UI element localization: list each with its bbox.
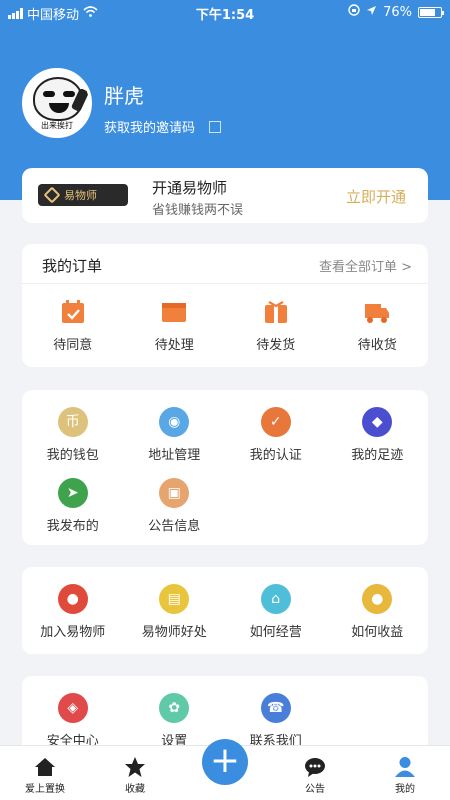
address-entry[interactable]: ◉ 地址管理 — [124, 407, 226, 463]
vip-open-button[interactable]: 立即开通 — [346, 186, 406, 207]
view-all-orders-link[interactable]: 查看全部订单 > — [319, 256, 412, 275]
coin-icon: 币 — [57, 407, 88, 437]
calendar-check-icon — [60, 300, 86, 324]
vip-links-card: ● 加入易物师 ▤ 易物师好处 ⌂ 如何经营 ● 如何收益 — [22, 567, 428, 654]
orders-card: 我的订单 查看全部订单 > 待同意 待处理 待发货 待收货 — [22, 244, 428, 367]
qr-code-icon[interactable] — [209, 120, 222, 133]
add-post-button[interactable]: + — [202, 739, 248, 785]
vip-benefits-entry[interactable]: ▤ 易物师好处 — [124, 584, 226, 640]
services-card: 币我的钱包 ◉ 地址管理 ✓ 我的认证 ◆ 我的足迹 ➤ 我发布的 ▣ 公告信息 — [22, 390, 428, 545]
chat-icon — [304, 756, 326, 778]
security-icon: ◈ — [57, 693, 88, 723]
tab-home[interactable]: 爱上置换 — [0, 746, 90, 795]
vip-title: 开通易物师 — [152, 179, 228, 197]
notice-icon: ▣ — [159, 478, 190, 508]
order-pending-shipment[interactable]: 待发货 — [225, 284, 327, 353]
footprint-entry[interactable]: ◆ 我的足迹 — [327, 407, 429, 463]
order-pending-processing[interactable]: 待处理 — [124, 284, 226, 353]
battery-icon — [418, 6, 444, 18]
tab-mine[interactable]: 我的 — [360, 746, 450, 795]
location-arrow-icon — [366, 5, 377, 20]
vip-badge: 易物师 — [38, 184, 128, 206]
vip-badge-label: 易物师 — [64, 189, 97, 202]
group-icon: ● — [57, 584, 88, 614]
invite-code-row[interactable]: 获取我的邀请码 — [104, 117, 222, 136]
gift-box-icon — [263, 300, 289, 324]
star-icon — [124, 756, 146, 778]
vip-banner[interactable]: 易物师 开通易物师 省钱赚钱两不误 立即开通 — [22, 168, 428, 223]
piggy-bank-icon: ● — [362, 584, 393, 614]
certification-entry[interactable]: ✓ 我的认证 — [225, 407, 327, 463]
avatar[interactable]: 出来挨打 — [22, 68, 92, 138]
avatar-caption: 出来挨打 — [41, 121, 73, 130]
my-posts-entry[interactable]: ➤ 我发布的 — [22, 478, 124, 534]
footprint-icon: ◆ — [362, 407, 393, 437]
order-pending-receipt[interactable]: 待收货 — [327, 284, 429, 353]
person-icon — [394, 756, 416, 778]
paper-plane-icon: ➤ — [57, 478, 88, 508]
tab-favorites[interactable]: 收藏 — [90, 746, 180, 795]
join-vip-entry[interactable]: ● 加入易物师 — [22, 584, 124, 640]
how-to-operate-entry[interactable]: ⌂ 如何经营 — [225, 584, 327, 640]
invite-code-label: 获取我的邀请码 — [104, 121, 196, 136]
status-bar: 中国移动 下午1:54 76% — [0, 0, 450, 24]
orders-title: 我的订单 — [42, 257, 103, 275]
shield-check-icon: ✓ — [260, 407, 291, 437]
headset-icon: ☎ — [260, 693, 291, 723]
truck-icon — [364, 300, 390, 324]
tab-notice[interactable]: 公告 — [270, 746, 360, 795]
order-pending-approval[interactable]: 待同意 — [22, 284, 124, 353]
gear-icon: ✿ — [159, 693, 190, 723]
wallet-entry[interactable]: 币我的钱包 — [22, 407, 124, 463]
rotation-lock-icon — [348, 4, 360, 20]
battery-percent: 76% — [383, 4, 412, 20]
location-pin-icon: ◉ — [159, 407, 190, 437]
vip-subtitle: 省钱赚钱两不误 — [152, 203, 244, 218]
wallet-icon: ▤ — [159, 584, 190, 614]
store-icon: ⌂ — [260, 584, 291, 614]
how-to-earn-entry[interactable]: ● 如何收益 — [327, 584, 429, 640]
folder-icon — [161, 300, 187, 324]
username: 胖虎 — [104, 84, 144, 108]
contact-us-entry[interactable]: ☎ 联系我们 — [225, 693, 327, 749]
home-icon — [34, 756, 56, 778]
notice-entry[interactable]: ▣ 公告信息 — [124, 478, 226, 534]
security-center-entry[interactable]: ◈ 安全中心 — [22, 693, 124, 749]
diamond-icon — [43, 186, 61, 204]
